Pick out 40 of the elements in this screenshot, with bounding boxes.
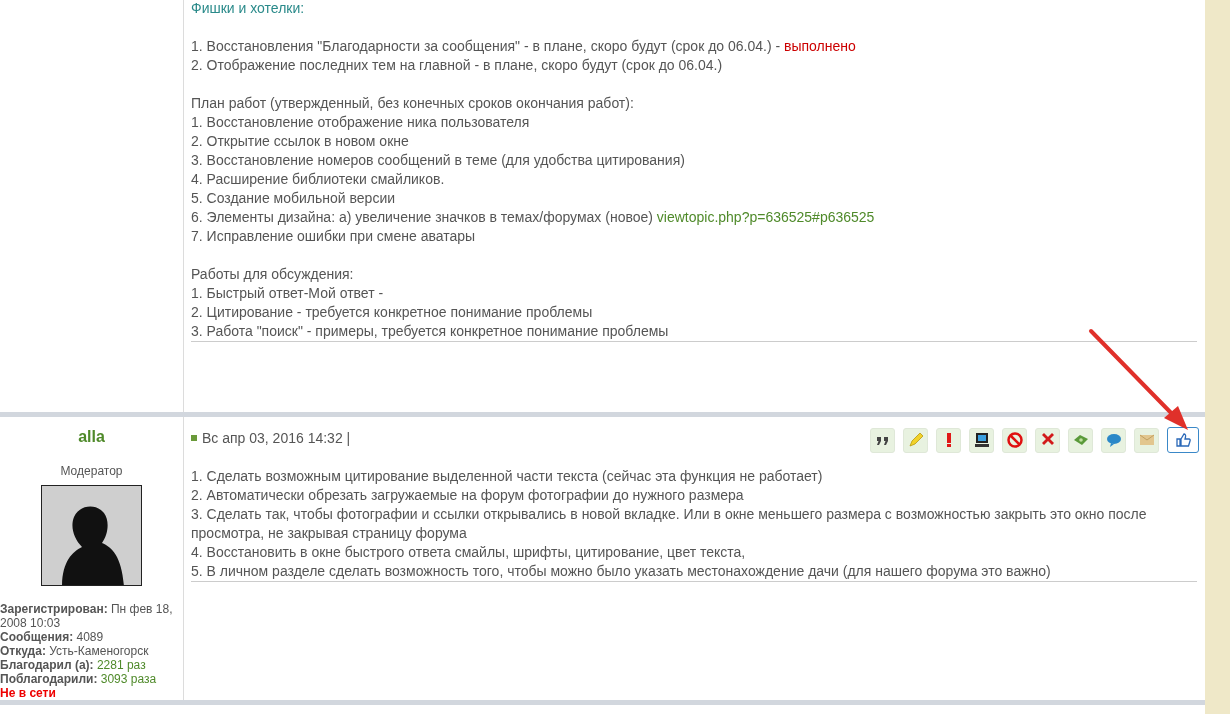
post-text-line: 2. Автоматически обрезать загружаемые на форум фотографии до нужного размера (191, 486, 745, 505)
post-text-line: 2. Отображение последних тем на главной - в плане, скоро будут (срок до 06.04.) (191, 56, 724, 75)
topic-link[interactable]: viewtopic.php?p=636525#p636525 (656, 209, 875, 225)
post-text-line: 3. Работа "поиск" - примеры, требуется конкретное понимание проблемы (191, 322, 670, 341)
quote-icon (876, 437, 888, 445)
computer-icon (974, 433, 989, 447)
cross-icon (1041, 433, 1054, 445)
post-text-line: План работ (утвержденный, без конечных сроков окончания работ): (191, 94, 635, 113)
pencil-icon (909, 432, 923, 447)
post-text-line: 1. Восстановления "Благодарности за сообщения" - в плане, скоро будут (срок до 06.04.) - выполнено (191, 37, 857, 56)
profile-field: Благодарил (а): 2281 раз (0, 658, 183, 672)
thumbs-up-icon (1176, 433, 1191, 447)
post-text-line: 5. Создание мобильной версии (191, 189, 397, 208)
user-rank: Модератор (59, 463, 124, 480)
post-text-line: 3. Восстановление номеров сообщений в теме (для удобства цитирования) (191, 151, 686, 170)
banknote-icon (1073, 435, 1088, 445)
prohibited-icon (1006, 432, 1023, 448)
post-text-line: 4. Восстановить в окне быстрого ответа смайлы, шрифты, цитирование, цвет текста, (191, 543, 747, 562)
post-text-line: 3. Сделать так, чтобы фотографии и ссылки открывались в новой вкладке. Или в окне меньшего размера с возможностью закрыть это окно после просмотра, не закрывая страницу форума (191, 505, 1148, 543)
post-text-line: 2. Открытие ссылок в новом окне (191, 132, 410, 151)
online-status: Не в сети (0, 686, 57, 700)
post-text-line: 1. Быстрый ответ-Мой ответ - (191, 284, 385, 303)
post-date: Вс апр 03, 2016 14:32 | (191, 429, 351, 448)
exclamation-icon (946, 433, 951, 447)
post-text-line: 5. В личном разделе сделать возможность того, чтобы можно было указать местонахождение дачи (для нашего форума это важно) (191, 562, 1052, 581)
post-text-line: 6. Элементы дизайна: а) увеличение значков в темах/форумах (новое) viewtopic.php?p=636525#p636525 (191, 208, 876, 227)
post-text-line: 2. Цитирование - требуется конкретное понимание проблемы (191, 303, 594, 322)
username[interactable]: alla (0, 427, 183, 446)
post-text-line: 4. Расширение библиотеки смайликов. (191, 170, 446, 189)
profile-field: Откуда: Усть-Каменогорск (0, 644, 183, 658)
post-text-line: 7. Исправление ошибки при смене аватары (191, 227, 477, 246)
profile-field: Сообщения: 4089 (0, 630, 183, 644)
speech-bubble-icon (1106, 434, 1121, 447)
section-heading: Фишки и хотелки: (191, 0, 306, 18)
profile-field: Поблагодарили: 3093 раза (0, 672, 183, 686)
envelope-icon (1139, 434, 1154, 445)
post-text-line: Работы для обсуждения: (191, 265, 355, 284)
post-text-line: 1. Сделать возможным цитирование выделенной части текста (сейчас эта функция не работает) (191, 467, 824, 486)
profile-field: Зарегистрирован: Пн фев 18, 2008 10:03 (0, 602, 183, 630)
post-text-line: 1. Восстановление отображение ника пользователя (191, 113, 531, 132)
